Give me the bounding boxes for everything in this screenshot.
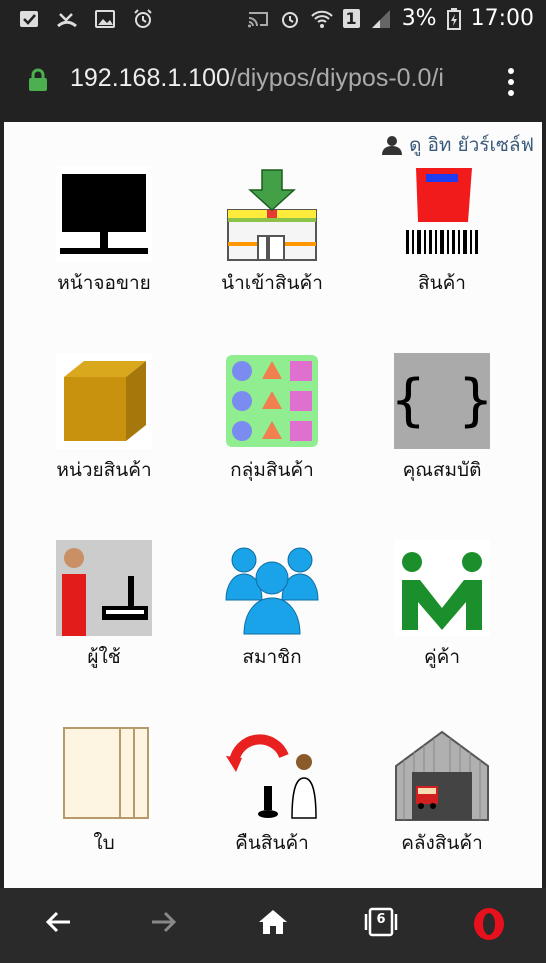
tile-product-groups[interactable]: กลุ่มสินค้า [187,353,357,485]
tile-label: คลังสินค้า [401,832,483,854]
lock-icon [29,68,47,91]
tile-sale-screen[interactable]: หน้าจอขาย [19,166,189,298]
warehouse-icon [395,730,489,821]
tile-label: หน่วยสินค้า [56,459,152,481]
return-goods-icon [226,734,317,819]
user-name: ดู อิท ยัวร์เซล์ฟ [409,134,534,156]
tile-label: คืนสินค้า [235,832,309,854]
tile-units[interactable]: หน่วยสินค้า [19,353,189,485]
monitor-icon [56,166,152,262]
signal-icon [371,9,390,28]
tile-import-goods[interactable]: นำเข้าสินค้า [187,166,357,298]
partners-m-icon [394,540,490,636]
user-link[interactable]: ดู อิท ยัวร์เซล์ฟ [381,130,534,160]
back-arrow-icon[interactable] [44,908,72,936]
tile-label: กลุ่มสินค้า [230,459,314,481]
forward-arrow-icon[interactable] [150,908,178,936]
missed-call-icon [57,13,77,28]
battery-icon [446,7,461,30]
store-import-icon [227,169,317,261]
tile-partners[interactable]: คู่ค้า [357,540,527,672]
groups-shapes-icon [226,355,318,447]
tile-label: สินค้า [418,272,466,294]
tile-label: คุณสมบัติ [402,459,482,481]
tile-label: หน้าจอขาย [57,272,151,294]
checkbox-notification-icon [20,11,38,27]
alarm-icon [281,11,298,28]
url-text[interactable]: 192.168.1.100/diypos/diypos-0.0/i [70,64,478,93]
menu-kebab-icon[interactable] [508,68,514,101]
tile-label: นำเข้าสินค้า [221,272,323,294]
battery-percent: 3% [401,6,437,31]
tile-label: ผู้ใช้ [87,646,121,668]
documents-icon [63,727,149,819]
cast-icon [247,11,268,27]
wifi-icon [310,10,333,28]
user-icon [382,136,403,155]
members-group-icon [225,547,319,635]
image-notification-icon [95,10,115,28]
tile-properties[interactable]: { } คุณสมบัติ [357,353,527,485]
svg-text:{ }: { } [394,368,490,433]
product-barcode-icon [406,168,478,254]
clock: 17:00 [470,6,534,31]
tile-products[interactable]: สินค้า [357,166,527,298]
tile-label: คู่ค้า [423,646,461,668]
tab-count: 6 [376,912,386,927]
address-bar[interactable]: 192.168.1.100/diypos/diypos-0.0/i [0,42,546,122]
sim-slot-badge: 1 [342,9,360,28]
tile-members[interactable]: สมาชิก [187,540,357,672]
user-computer-icon [56,540,152,636]
alarm-notification-icon [134,9,152,28]
tile-warehouse[interactable]: คลังสินค้า [357,726,527,858]
tile-documents[interactable]: ใบ [19,726,189,858]
tile-users[interactable]: ผู้ใช้ [19,540,189,672]
browser-nav-bar: 6 [0,888,546,963]
home-icon[interactable] [258,908,288,936]
braces-icon: { } [391,353,493,449]
box-icon [56,353,152,449]
tabs-button[interactable]: 6 [364,906,398,938]
opera-menu-icon[interactable] [472,906,506,942]
main-content: ดู อิท ยัวร์เซล์ฟ หน้าจอขาย นำเข้าสินค้า… [4,122,542,888]
tile-label: ใบ [93,832,115,854]
status-bar: 1 3% 17:00 [0,0,546,42]
tile-return-goods[interactable]: คืนสินค้า [187,726,357,858]
tile-label: สมาชิก [242,646,302,668]
